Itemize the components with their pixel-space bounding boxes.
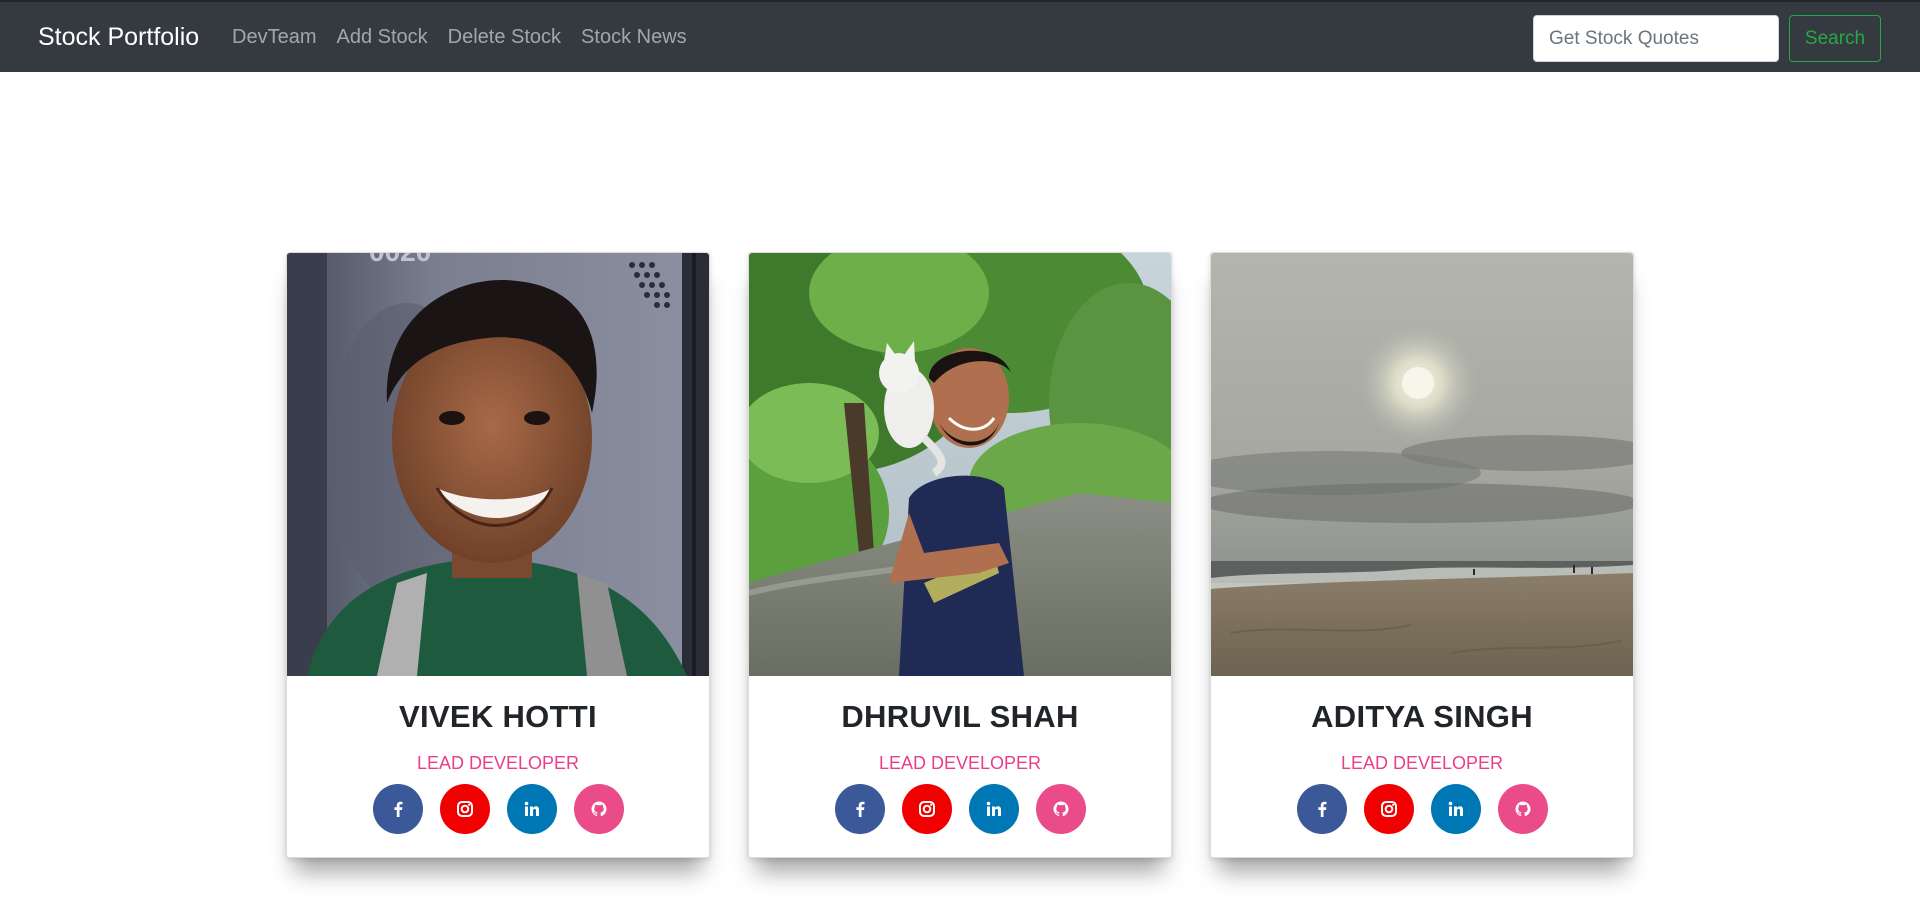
beach-photo bbox=[1211, 253, 1633, 676]
search-button[interactable]: Search bbox=[1789, 15, 1881, 62]
team-card-dhruvil: DHRUVIL SHAH LEAD DEVELOPER bbox=[748, 252, 1172, 858]
social-links bbox=[1211, 784, 1633, 834]
github-icon[interactable] bbox=[1035, 784, 1086, 834]
facebook-icon[interactable] bbox=[834, 784, 885, 834]
outdoor-photo-with-cat bbox=[749, 253, 1171, 676]
nav-link-add-stock[interactable]: Add Stock bbox=[326, 24, 437, 50]
stock-quote-search-input[interactable] bbox=[1533, 15, 1779, 62]
social-links bbox=[287, 784, 709, 834]
linkedin-icon[interactable] bbox=[506, 784, 557, 834]
instagram-icon[interactable] bbox=[901, 784, 952, 834]
github-icon[interactable] bbox=[573, 784, 624, 834]
svg-text:0020: 0020 bbox=[369, 253, 431, 267]
instagram-icon[interactable] bbox=[1363, 784, 1414, 834]
team-member-name: ADITYA SINGH bbox=[1311, 699, 1533, 734]
nav-link-devteam[interactable]: DevTeam bbox=[222, 24, 326, 50]
social-links bbox=[749, 784, 1171, 834]
team-member-role: LEAD DEVELOPER bbox=[416, 753, 580, 773]
nav-links: DevTeam Add Stock Delete Stock Stock New… bbox=[222, 24, 697, 50]
facebook-icon[interactable] bbox=[372, 784, 423, 834]
instagram-icon[interactable] bbox=[439, 784, 490, 834]
portrait-photo: 0020 bbox=[287, 253, 709, 676]
nav-link-delete-stock[interactable]: Delete Stock bbox=[438, 24, 571, 50]
team-member-name: DHRUVIL SHAH bbox=[841, 699, 1079, 734]
team-member-role: LEAD DEVELOPER bbox=[878, 753, 1042, 773]
team-card-aditya: ADITYA SINGH LEAD DEVELOPER bbox=[1210, 252, 1634, 858]
nav-link-stock-news[interactable]: Stock News bbox=[571, 24, 697, 50]
team-member-name: VIVEK HOTTI bbox=[399, 699, 597, 734]
linkedin-icon[interactable] bbox=[968, 784, 1019, 834]
navbar: Stock Portfolio DevTeam Add Stock Delete… bbox=[0, 0, 1920, 72]
facebook-icon[interactable] bbox=[1296, 784, 1347, 834]
team-card-vivek: 0020 bbox=[286, 252, 710, 858]
brand-link[interactable]: Stock Portfolio bbox=[38, 22, 199, 52]
linkedin-icon[interactable] bbox=[1430, 784, 1481, 834]
github-icon[interactable] bbox=[1497, 784, 1548, 834]
team-member-role: LEAD DEVELOPER bbox=[1340, 753, 1504, 773]
